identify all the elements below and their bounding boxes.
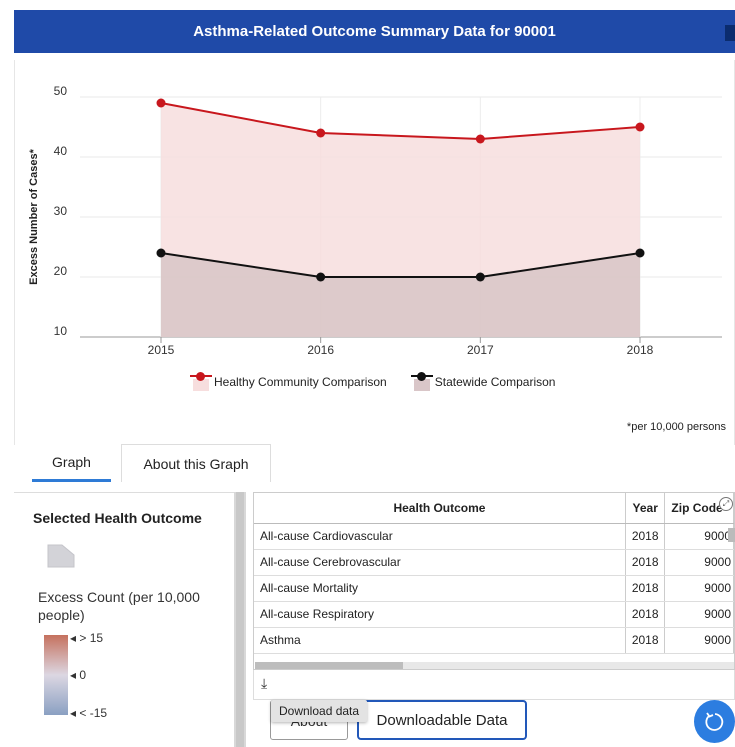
page-header: Asthma-Related Outcome Summary Data for … (14, 10, 735, 53)
table-row[interactable]: Asthma 2018 9000 (254, 627, 734, 654)
data-table-container: Health Outcome Year Zip Code All-cause C… (253, 492, 735, 670)
y-tick-label: 30 (54, 204, 68, 218)
graph-tabs: Graph About this Graph (32, 444, 271, 482)
header-edge (725, 25, 735, 41)
color-scale-gradient (44, 635, 68, 715)
table-row[interactable]: All-cause Mortality 2018 9000 (254, 575, 734, 602)
data-point (156, 248, 166, 258)
column-header-year[interactable]: Year (625, 493, 666, 524)
cell-year: 2018 (625, 549, 666, 576)
download-tooltip: Download data (271, 700, 368, 722)
polygon-icon (47, 544, 75, 568)
refresh-button[interactable] (694, 700, 735, 743)
y-tick-label: 10 (54, 324, 68, 338)
data-point (635, 122, 645, 132)
x-tick-label: 2016 (307, 343, 334, 357)
tab-graph[interactable]: Graph (32, 444, 111, 482)
panel-scrollbar-thumb[interactable] (236, 492, 244, 747)
cell-health-outcome: All-cause Mortality (254, 575, 626, 602)
cell-zip-code: 9000 (664, 575, 734, 602)
table-header-row: Health Outcome Year Zip Code (254, 493, 734, 524)
data-point (156, 98, 166, 108)
selected-outcome-panel: Selected Health Outcome Excess Count (pe… (14, 492, 236, 747)
chart-legend: Healthy Community Comparison Statewide C… (190, 372, 555, 392)
legend-swatch-healthy (190, 372, 212, 392)
download-row: ⤓ (253, 670, 735, 700)
scale-tick-low: ◂ < -15 (70, 706, 108, 720)
cell-zip-code: 9000 (664, 627, 734, 654)
cell-health-outcome: All-cause Respiratory (254, 601, 626, 628)
data-point (316, 128, 326, 138)
legend-label-statewide: Statewide Comparison (434, 375, 556, 389)
table-vertical-scrollbar-thumb[interactable] (728, 528, 735, 542)
excess-count-label: Excess Count (per 10,000 people) (38, 589, 200, 623)
cell-zip-code: 9000 (664, 523, 734, 550)
page-title: Asthma-Related Outcome Summary Data for … (193, 23, 556, 40)
download-icon[interactable]: ⤓ (261, 675, 277, 693)
cell-health-outcome: Asthma (254, 627, 626, 654)
x-tick-label: 2015 (148, 343, 175, 357)
chart-footnote: *per 10,000 persons (626, 421, 726, 433)
y-tick-label: 40 (54, 144, 68, 158)
line-chart: 10 20 30 40 50 2015 2016 2017 2018 Excess Number … (28, 84, 722, 357)
cell-year: 2018 (625, 601, 666, 628)
health-outcome-table: Health Outcome Year Zip Code All-cause C… (254, 493, 734, 654)
legend-swatch-statewide (410, 372, 433, 392)
scale-tick-high: ◂ > 15 (70, 631, 104, 645)
data-point (475, 272, 485, 282)
y-tick-label: 50 (54, 84, 68, 98)
chart-panel: 10 20 30 40 50 2015 2016 2017 2018 Excess Number … (14, 60, 735, 445)
table-row[interactable]: All-cause Respiratory 2018 9000 (254, 601, 734, 628)
data-point (475, 134, 485, 144)
scale-tick-mid: ◂ 0 (70, 668, 87, 682)
cell-health-outcome: All-cause Cardiovascular (254, 523, 626, 550)
y-tick-label: 20 (54, 264, 68, 278)
tab-about-this-graph[interactable]: About this Graph (121, 444, 271, 482)
legend-label-healthy: Healthy Community Comparison (214, 375, 387, 389)
table-row[interactable]: All-cause Cardiovascular 2018 9000 (254, 523, 734, 550)
table-row[interactable]: All-cause Cerebrovascular 2018 9000 (254, 549, 734, 576)
column-header-health-outcome[interactable]: Health Outcome (254, 493, 626, 524)
y-axis-label: Excess Number of Cases* (28, 148, 40, 284)
cell-year: 2018 (625, 523, 666, 550)
cell-zip-code: 9000 (664, 601, 734, 628)
scale-tick-low-label: < -15 (79, 706, 108, 720)
data-point (316, 272, 326, 282)
scale-tick-high-label: > 15 (79, 631, 104, 645)
legend-item-healthy[interactable]: Healthy Community Comparison (190, 372, 387, 392)
x-tick-label: 2017 (467, 343, 494, 357)
panel-scrollbar[interactable] (234, 492, 246, 747)
cell-year: 2018 (625, 575, 666, 602)
table-horizontal-scrollbar-thumb[interactable] (255, 662, 403, 669)
x-tick-label: 2018 (627, 343, 654, 357)
table-horizontal-scrollbar[interactable] (255, 662, 734, 669)
scale-tick-mid-label: 0 (79, 668, 87, 682)
expand-icon[interactable]: ⤢ (719, 497, 733, 511)
cell-zip-code: 9000 (664, 549, 734, 576)
refresh-icon (704, 711, 723, 731)
selected-outcome-title: Selected Health Outcome (33, 510, 202, 526)
cell-year: 2018 (625, 627, 666, 654)
cell-health-outcome: All-cause Cerebrovascular (254, 549, 626, 576)
legend-item-statewide[interactable]: Statewide Comparison (410, 372, 556, 392)
data-point (635, 248, 645, 258)
downloadable-data-button[interactable]: Downloadable Data (357, 700, 527, 740)
